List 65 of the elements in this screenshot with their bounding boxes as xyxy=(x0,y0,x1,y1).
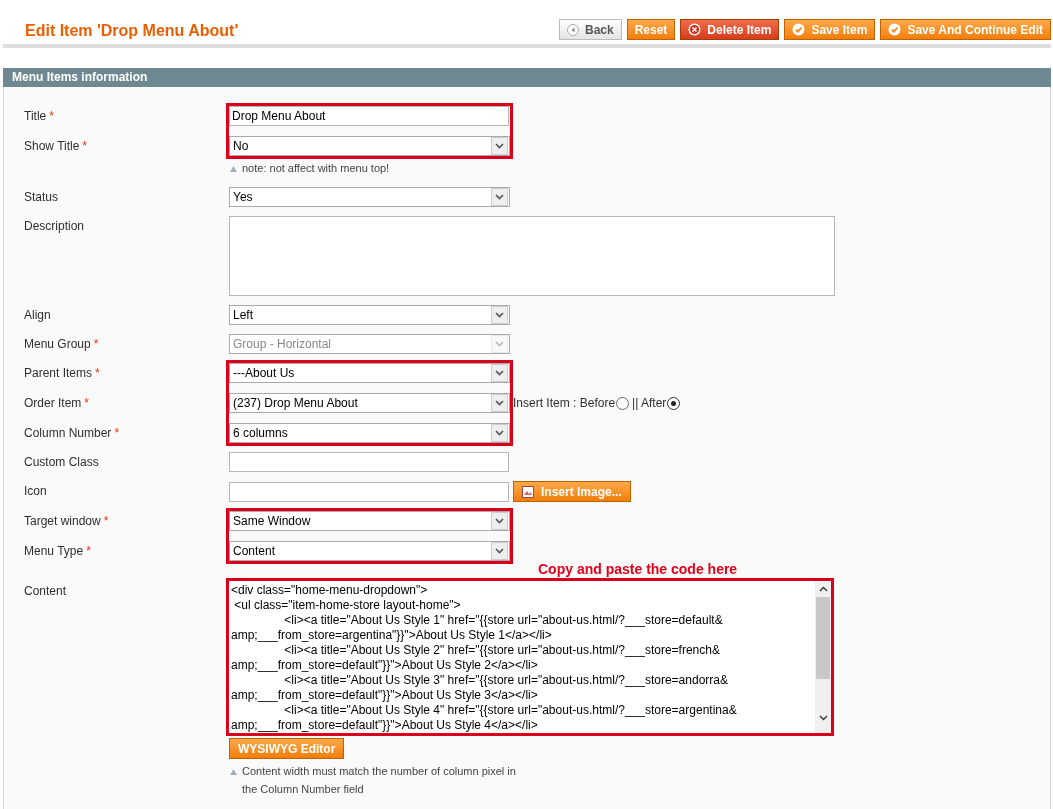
image-icon xyxy=(522,485,534,498)
select-dropdown[interactable]: Content xyxy=(229,541,510,561)
scroll-down-icon xyxy=(818,715,828,721)
field-label: Status xyxy=(24,190,59,204)
required-mark: * xyxy=(95,366,100,380)
scrollbar[interactable] xyxy=(815,581,831,733)
insert-item-label: Insert Item : xyxy=(513,396,578,410)
select-dropdown[interactable]: Yes xyxy=(229,187,510,207)
code-text: <div class="home-menu-dropdown"> <ul class="item-home-store layout-home"> <li><a title="About Us Style 1" href="{{store url="about-us.html/?___store=default& amp;___from_store=argentina"}}">About Us Style 1</a></li> <li><a title="About Us Style 2" href="{{store url="about-us.html/?___store=french& amp;___from_store=default"}}">About Us Style 2</a></li> <li><a title="About Us Style 3" href="{{store url="about-us.html/?___store=andorra& amp;___from_store=default"}}">About Us Style 3</a></li> <li><a title="About Us Style 4" href="{{store url="about-us.html/?___store=argentina& amp;___from_store=default"}}">About Us Style 4</a></li> xyxy=(230,582,738,733)
field-label: Custom Class xyxy=(24,455,99,469)
radio-button[interactable] xyxy=(667,396,681,410)
required-mark: * xyxy=(86,544,91,558)
note-text: note: not affect with menu top! xyxy=(242,161,390,176)
select-dropdown[interactable]: 6 columns xyxy=(229,423,510,443)
field-label: Order Item xyxy=(24,396,82,410)
radio-button[interactable] xyxy=(616,396,630,410)
radio-label: || After xyxy=(632,396,667,410)
caret-icon xyxy=(495,341,504,347)
required-mark: * xyxy=(82,139,88,153)
caret-icon xyxy=(495,370,504,376)
field-label: Show Title xyxy=(24,139,80,153)
text-input[interactable] xyxy=(229,481,509,502)
delete-button[interactable]: Delete Item xyxy=(680,19,780,40)
required-mark: * xyxy=(84,396,90,410)
scroll-up-icon xyxy=(818,586,828,592)
required-mark: * xyxy=(93,337,99,351)
back-button[interactable]: Back xyxy=(559,19,622,40)
select-dropdown[interactable]: (237) Drop Menu About xyxy=(229,393,510,413)
caret-icon xyxy=(495,194,504,200)
section-header: Menu Items information xyxy=(3,68,1051,87)
field-label: Menu Group xyxy=(24,337,91,351)
triangle-icon xyxy=(230,166,237,172)
field-label: Icon xyxy=(24,484,47,498)
check-icon xyxy=(888,23,902,36)
field-label: Parent Items xyxy=(24,366,93,380)
text-input[interactable] xyxy=(229,452,509,472)
required-mark: * xyxy=(103,514,109,528)
caret-icon xyxy=(495,400,504,406)
caret-icon xyxy=(495,548,504,554)
select-dropdown[interactable]: ---About Us xyxy=(229,363,510,383)
description-textarea[interactable] xyxy=(229,216,835,296)
select-dropdown[interactable]: Same Window xyxy=(229,511,510,531)
check-icon xyxy=(792,23,806,36)
caret-icon xyxy=(495,143,504,149)
select-dropdown[interactable]: No xyxy=(229,136,510,156)
field-label: Target window xyxy=(24,514,101,528)
triangle-icon xyxy=(230,769,237,775)
field-label: Title xyxy=(24,109,47,123)
page-title: Edit Item 'Drop Menu About' xyxy=(25,21,239,40)
required-mark: * xyxy=(114,426,120,440)
delete-icon xyxy=(688,23,702,36)
caret-icon xyxy=(495,518,504,524)
radio-label: Before xyxy=(579,396,616,410)
caret-icon xyxy=(495,430,504,436)
field-label: Column Number xyxy=(24,426,112,440)
required-mark: * xyxy=(49,109,54,123)
text-input[interactable]: Drop Menu About xyxy=(229,106,509,126)
caret-icon xyxy=(495,312,504,318)
field-label: Menu Type xyxy=(24,544,84,558)
field-label: Content xyxy=(24,584,67,598)
field-label: Align xyxy=(24,308,51,322)
field-label: Description xyxy=(24,219,85,233)
annotation-text: Copy and paste the code here xyxy=(538,561,739,578)
note-text: Content width must match the number of column pixel in the Column Number field xyxy=(242,764,517,797)
select-dropdown[interactable]: Left xyxy=(229,305,510,325)
